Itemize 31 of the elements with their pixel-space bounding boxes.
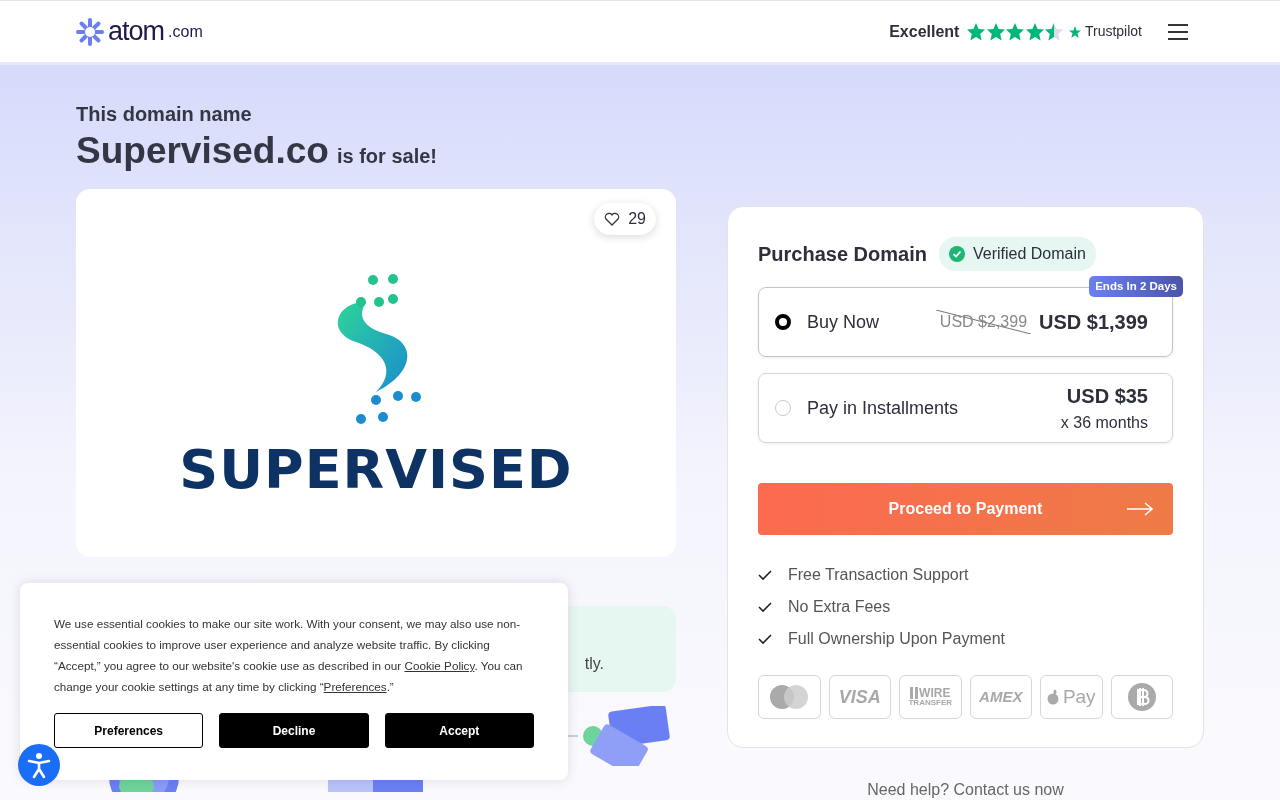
info-text: tly. xyxy=(584,654,604,675)
intro-text: This domain name xyxy=(76,102,253,127)
rating-label: Excellent xyxy=(889,21,960,42)
verified-badge: Verified Domain xyxy=(938,237,1096,271)
payment-option[interactable]: Pay in Installments USD $35 x 36 months xyxy=(758,373,1173,443)
visa-logo: VISA xyxy=(828,675,891,719)
wire-transfer-logo: WIRE TRANSFER xyxy=(899,675,962,719)
old-price: USD $2,399 xyxy=(935,310,1032,334)
help-link[interactable]: Need help? Contact us now xyxy=(727,778,1204,800)
deadline-badge: Ends In 2 Days xyxy=(1089,276,1183,298)
cookie-notice: We use essential cookies to make our site work. With your consent, we may also use non-essential cookies to improve user experience and analyze website traffic. By clicking “Accept,” you agree to our website's cookie use as described in our Cookie Policy. You can change your cookie settings at any time by clicking “Preferences.” xyxy=(54,616,524,695)
feature-text: No Extra Fees xyxy=(788,597,891,617)
logo-wordmark: SUPERVISED xyxy=(179,442,573,497)
cookie-button[interactable]: Preferences xyxy=(54,713,204,748)
feature-text: Free Transaction Support xyxy=(788,565,969,585)
cookie-button[interactable]: Accept xyxy=(384,713,534,748)
card-title: Purchase Domain xyxy=(758,242,927,266)
for-sale-text: is for sale! xyxy=(336,144,437,169)
amex-logo: AMEX xyxy=(969,675,1032,719)
price: USD $1,399 xyxy=(1039,310,1148,335)
feature-text: Full Ownership Upon Payment xyxy=(788,629,1005,649)
option-label: Pay in Installments xyxy=(807,396,960,420)
like-button[interactable]: 29 xyxy=(594,203,656,236)
apple-pay-logo: Pay xyxy=(1040,675,1103,719)
price: USD $35 xyxy=(1065,384,1148,409)
cookie-button[interactable]: Decline xyxy=(219,713,369,748)
option-label: Buy Now xyxy=(807,310,881,334)
preferences-link[interactable]: Preferences xyxy=(323,680,387,693)
price-note: x 36 months xyxy=(1060,413,1148,433)
trustpilot-label[interactable]: Trustpilot xyxy=(1084,21,1142,42)
domain-name: Supervised.co xyxy=(76,129,329,173)
